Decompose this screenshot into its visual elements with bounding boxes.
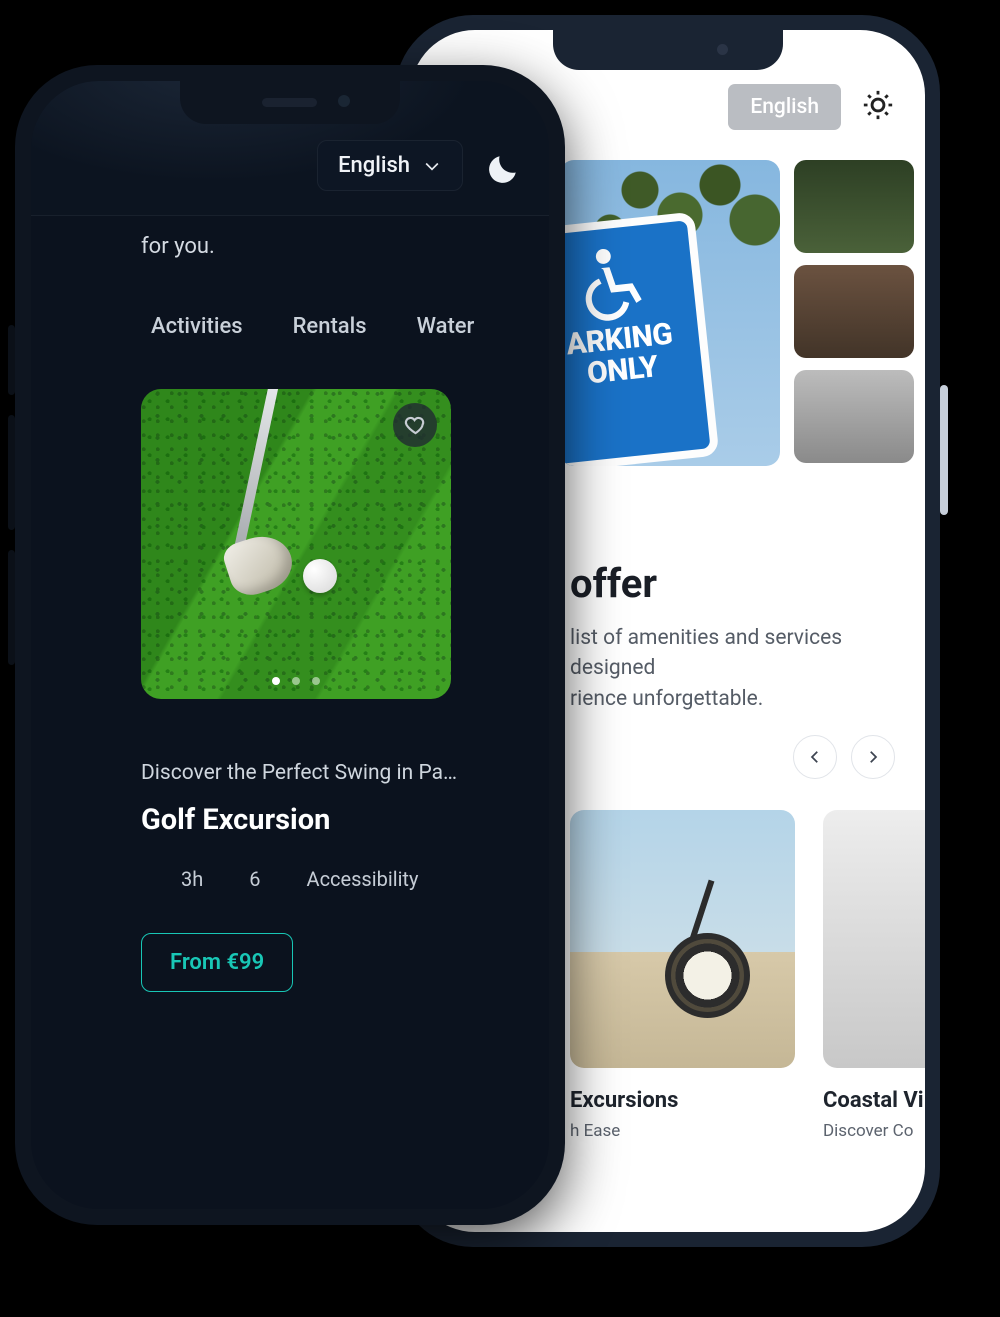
favorite-button[interactable] (393, 403, 437, 447)
activity-meta: Discover the Perfect Swing in Para… Golf… (61, 761, 519, 992)
sign-text-line2: ONLY (586, 352, 660, 390)
offer-card-subtitle: h Ease (570, 1121, 795, 1141)
moon-icon[interactable] (485, 151, 521, 191)
chevron-down-icon (422, 156, 442, 176)
notch (553, 30, 783, 70)
duration-chip: 3h (181, 867, 203, 891)
side-button (940, 385, 948, 515)
offer-cards: Excursions h Ease Coastal Vil Discover C… (570, 810, 925, 1141)
carousel-prev-button[interactable] (793, 735, 837, 779)
phone-front-screen: English for you. Activities Rentals Wate… (31, 81, 549, 1209)
offer-card-subtitle: Discover Co (823, 1121, 925, 1141)
carousel-nav (793, 735, 895, 779)
volume-up-button (8, 415, 15, 530)
heart-icon (404, 414, 427, 437)
activity-image (141, 389, 451, 699)
tab-water[interactable]: Water (417, 314, 475, 339)
intro-text-fragment: for you. (61, 216, 519, 259)
activity-tagline: Discover the Perfect Swing in Para… (141, 761, 461, 785)
gallery-main-image[interactable]: ARKING ONLY (560, 160, 780, 466)
gallery-thumb[interactable] (794, 160, 914, 253)
image-pagination[interactable] (272, 677, 320, 685)
notch (180, 81, 400, 124)
volume-down-button (8, 550, 15, 665)
category-tabs: Activities Rentals Water (61, 314, 519, 339)
dark-body: for you. Activities Rentals Water (31, 216, 549, 1209)
offer-card[interactable]: Coastal Vil Discover Co (823, 810, 925, 1141)
activity-title: Golf Excursion (141, 803, 519, 837)
price-button[interactable]: From €99 (141, 933, 293, 992)
offer-card-title: Excursions (570, 1088, 795, 1113)
tab-rentals[interactable]: Rentals (293, 314, 367, 339)
carousel-next-button[interactable] (851, 735, 895, 779)
gallery-row: ARKING ONLY (560, 160, 905, 480)
capacity-chip: 6 (249, 867, 260, 891)
golf-ball-icon (303, 559, 337, 593)
coastal-village-image (823, 810, 925, 1068)
offer-card-title: Coastal Vil (823, 1088, 925, 1113)
accessibility-chip: Accessibility (307, 867, 419, 891)
page-dot (272, 677, 280, 685)
gallery-thumb[interactable] (794, 265, 914, 358)
side-button (8, 325, 15, 395)
page-dot (312, 677, 320, 685)
accessible-parking-sign-image: ARKING ONLY (560, 160, 780, 466)
tab-activities[interactable]: Activities (151, 314, 243, 339)
language-selector[interactable]: English (728, 84, 841, 130)
page-dot (292, 677, 300, 685)
activity-chips: 3h 6 Accessibility (141, 867, 519, 891)
language-selector[interactable]: English (317, 140, 463, 191)
offer-section: offer list of amenities and services des… (570, 560, 895, 714)
phone-front-frame: English for you. Activities Rentals Wate… (15, 65, 565, 1225)
offer-card[interactable]: Excursions h Ease (570, 810, 795, 1141)
gallery-thumbs (794, 160, 914, 480)
sun-icon[interactable] (861, 88, 895, 126)
beach-wheelchair-image (570, 810, 795, 1068)
language-label: English (338, 153, 410, 178)
gallery-thumb[interactable] (794, 370, 914, 463)
activity-card[interactable] (141, 389, 459, 699)
offer-heading: offer (570, 560, 895, 607)
offer-description: list of amenities and services designed … (570, 623, 895, 714)
